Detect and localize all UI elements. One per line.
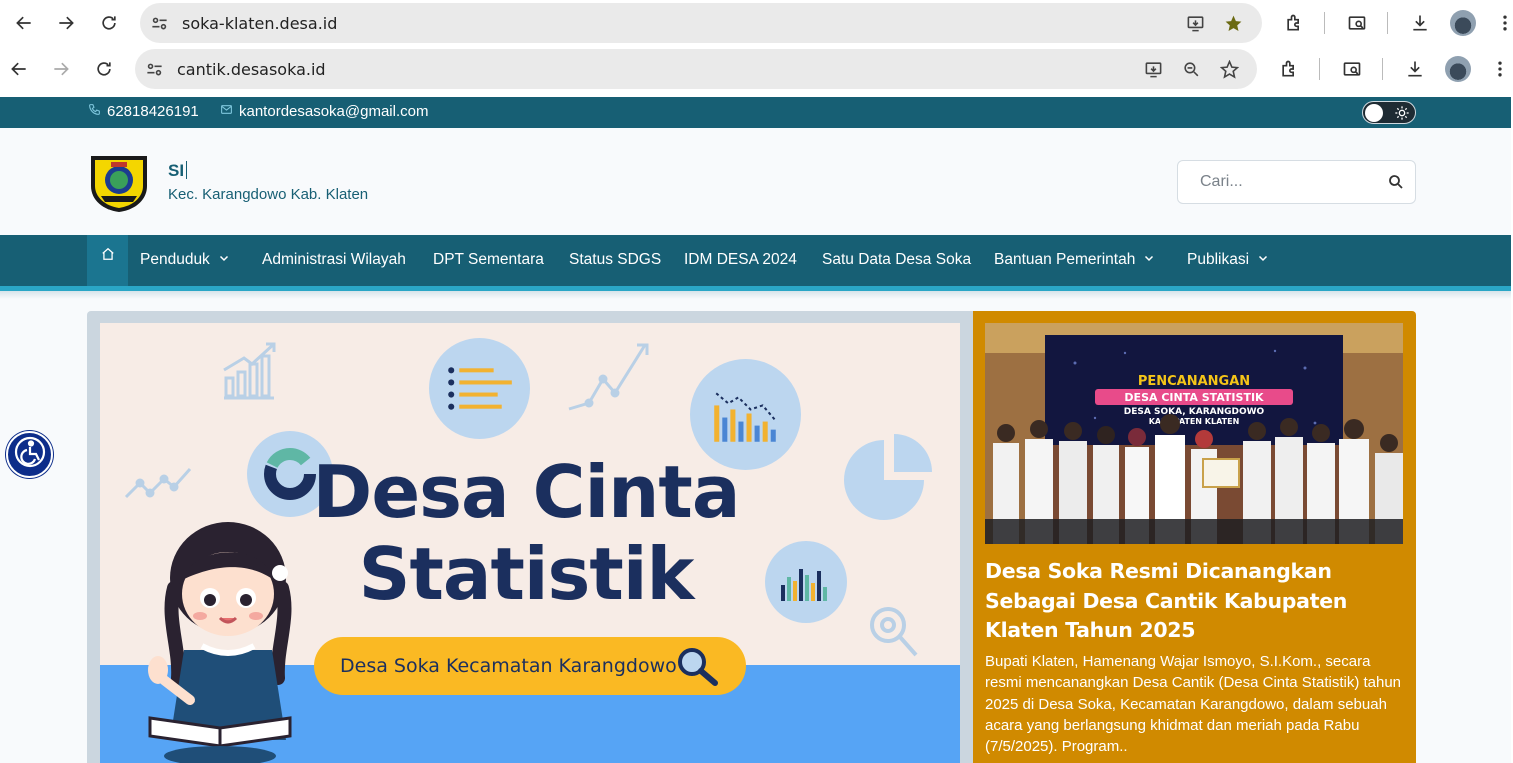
- site-header: SI Kec. Karangdowo Kab. Klaten: [0, 128, 1511, 235]
- browser-toolbar-bottom: cantik.desasoka.id: [0, 46, 1513, 96]
- mail-icon: [220, 103, 233, 120]
- toolbar-separator: [1382, 58, 1383, 80]
- chevron-down-icon: [1257, 251, 1269, 269]
- nav-item-label: Bantuan Pemerintah: [994, 251, 1136, 268]
- nav-item-idm-desa-2024[interactable]: IDM DESA 2024: [684, 251, 797, 269]
- contact-topbar: 62818426191 kantordesasoka@gmail.com: [0, 97, 1511, 128]
- reload-icon[interactable]: [96, 10, 122, 36]
- toolbar-separator: [1387, 12, 1388, 34]
- bookmark-star-filled-icon[interactable]: [1222, 12, 1244, 34]
- phone-number: 62818426191: [107, 103, 199, 120]
- location-pill-text: Desa Soka Kecamatan Karangdowo: [340, 655, 677, 677]
- email-contact[interactable]: kantordesasoka@gmail.com: [220, 103, 428, 120]
- magnifier-icon: [678, 648, 718, 686]
- address-bar[interactable]: cantik.desasoka.id: [135, 49, 1257, 89]
- address-url: cantik.desasoka.id: [177, 60, 326, 79]
- list-chart-bubble-icon: [429, 338, 530, 439]
- nav-item-label: Penduduk: [140, 251, 210, 268]
- photo-banner-line1: PENCANANGAN: [1138, 374, 1250, 389]
- home-icon: [101, 247, 115, 266]
- toolbar-separator: [1319, 58, 1320, 80]
- nav-item-bantuan-pemerintah[interactable]: Bantuan Pemerintah: [994, 251, 1155, 269]
- bookmark-star-icon[interactable]: [1218, 58, 1240, 80]
- search-box: [1177, 160, 1416, 204]
- nav-item-label: Publikasi: [1187, 251, 1250, 268]
- site-subtitle: Kec. Karangdowo Kab. Klaten: [168, 186, 369, 203]
- accessibility-widget-button[interactable]: [6, 431, 53, 478]
- forward-arrow-icon[interactable]: [48, 56, 74, 82]
- extensions-icon[interactable]: [1276, 56, 1302, 82]
- sun-icon: [1394, 105, 1410, 121]
- bar-chart-bubble-icon: [765, 541, 847, 623]
- phone-icon: [88, 103, 101, 120]
- profile-avatar[interactable]: [1445, 56, 1471, 82]
- nav-item-status-sdgs[interactable]: Status SDGS: [569, 251, 661, 269]
- more-menu-icon[interactable]: [1492, 10, 1513, 36]
- site-title-text: SI: [168, 161, 185, 180]
- search-input[interactable]: [1178, 161, 1378, 203]
- tab-search-icon[interactable]: [1344, 10, 1370, 36]
- navbar-shadow: [0, 291, 1511, 299]
- nav-item-administrasi-wilayah[interactable]: Administrasi Wilayah: [262, 251, 406, 269]
- accessibility-icon: [13, 435, 47, 474]
- news-headline-link[interactable]: Desa Soka Resmi Dicanangkan Sebagai Desa…: [985, 557, 1390, 646]
- zoom-icon[interactable]: [1180, 58, 1202, 80]
- nav-item-label: Satu Data Desa Soka: [822, 251, 972, 268]
- site-title[interactable]: SI: [168, 161, 188, 181]
- reload-icon[interactable]: [91, 56, 117, 82]
- photo-banner-line2: DESA CINTA STATISTIK: [1124, 391, 1264, 404]
- gear-magnifier-icon: [866, 603, 922, 663]
- nav-item-label: DPT Sementara: [433, 251, 544, 268]
- phone-contact[interactable]: 62818426191: [88, 103, 199, 120]
- banner-title-line2: Statistik: [358, 532, 695, 616]
- news-card[interactable]: PENCANANGAN DESA CINTA STATISTIK DESA SO…: [973, 311, 1416, 763]
- nav-item-dpt-sementara[interactable]: DPT Sementara: [433, 251, 544, 269]
- tab-search-icon[interactable]: [1339, 56, 1365, 82]
- chevron-down-icon: [1143, 251, 1155, 269]
- desa-cinta-statistik-banner[interactable]: Desa Cinta Statistik Desa Soka Kecamatan…: [100, 323, 960, 763]
- line-trend-icon: [565, 341, 657, 417]
- main-navbar: Penduduk Administrasi Wilayah DPT Sement…: [0, 235, 1511, 286]
- address-url: soka-klaten.desa.id: [182, 14, 338, 33]
- forward-arrow-icon[interactable]: [53, 10, 79, 36]
- banner-title: Desa Cinta Statistik: [296, 451, 756, 615]
- extensions-icon[interactable]: [1281, 10, 1307, 36]
- site-settings-icon[interactable]: [148, 12, 170, 34]
- home-button[interactable]: [87, 235, 128, 286]
- growth-bars-icon: [218, 338, 280, 406]
- news-excerpt: Bupati Klaten, Hamenang Wajar Ismoyo, S.…: [985, 653, 1402, 756]
- nav-item-publikasi[interactable]: Publikasi: [1187, 251, 1269, 269]
- back-arrow-icon[interactable]: [6, 56, 32, 82]
- nav-item-label: IDM DESA 2024: [684, 251, 797, 268]
- downloads-icon[interactable]: [1407, 10, 1433, 36]
- downloads-icon[interactable]: [1402, 56, 1428, 82]
- nav-item-satu-data-desa-soka[interactable]: Satu Data Desa Soka: [822, 251, 971, 269]
- profile-avatar[interactable]: [1450, 10, 1476, 36]
- install-app-icon[interactable]: [1142, 58, 1164, 80]
- chevron-down-icon: [218, 251, 230, 269]
- more-menu-icon[interactable]: [1487, 56, 1513, 82]
- nav-item-penduduk[interactable]: Penduduk: [140, 251, 230, 269]
- location-pill: Desa Soka Kecamatan Karangdowo: [314, 637, 746, 695]
- banner-title-line1: Desa Cinta: [312, 450, 741, 534]
- address-bar[interactable]: soka-klaten.desa.id: [140, 3, 1262, 43]
- back-arrow-icon[interactable]: [11, 10, 37, 36]
- toggle-knob: [1365, 104, 1383, 122]
- pie-chart-icon: [838, 430, 938, 530]
- nav-item-label: Administrasi Wilayah: [262, 251, 406, 268]
- nav-item-label: Status SDGS: [569, 251, 662, 268]
- email-address: kantordesasoka@gmail.com: [239, 103, 429, 120]
- typing-caret: [186, 161, 188, 179]
- search-icon[interactable]: [1387, 173, 1405, 191]
- site-settings-icon[interactable]: [143, 58, 165, 80]
- browser-toolbar-top: soka-klaten.desa.id: [0, 0, 1513, 46]
- photo-banner-line3: DESA SOKA, KARANGDOWO: [1124, 407, 1265, 417]
- toolbar-separator: [1324, 12, 1325, 34]
- zigzag-trend-icon: [122, 463, 194, 503]
- install-app-icon[interactable]: [1184, 12, 1206, 34]
- theme-toggle[interactable]: [1362, 101, 1416, 124]
- news-photo[interactable]: PENCANANGAN DESA CINTA STATISTIK DESA SO…: [985, 323, 1403, 544]
- girl-reading-illustration: [140, 518, 300, 763]
- village-emblem-logo[interactable]: [87, 150, 151, 214]
